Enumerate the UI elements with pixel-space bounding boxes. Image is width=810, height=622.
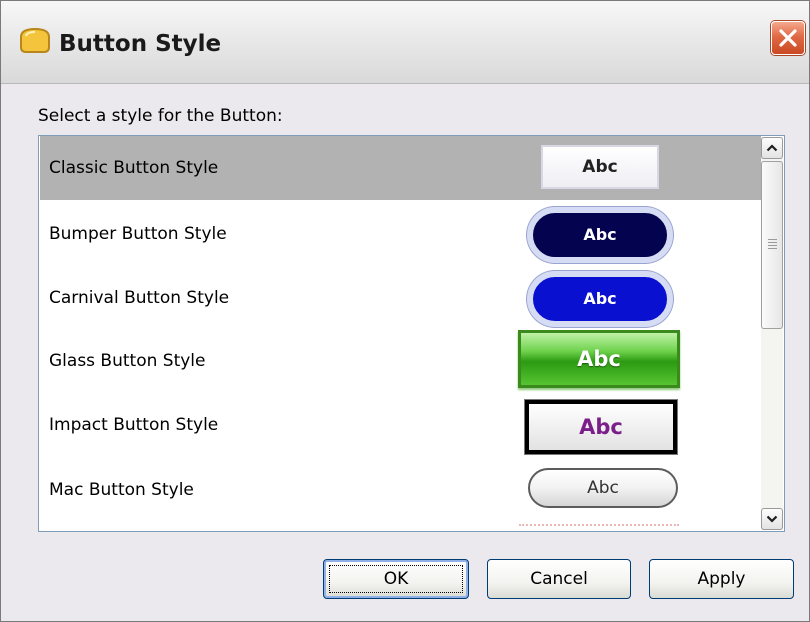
glass-preview: Abc (518, 330, 680, 388)
scroll-down-button[interactable] (761, 508, 783, 530)
list-item-carnival[interactable]: Carnival Button Style Abc (40, 266, 761, 330)
impact-preview: Abc (525, 400, 677, 454)
cancel-label: Cancel (530, 569, 588, 589)
apply-button[interactable]: Apply (649, 559, 794, 599)
carnival-preview: Abc (527, 271, 673, 327)
list-item-label: Carnival Button Style (49, 288, 230, 308)
instruction-label: Select a style for the Button: (38, 106, 283, 126)
list-item-label: Mac Button Style (49, 480, 194, 500)
chevron-up-icon (766, 144, 778, 152)
vertical-scrollbar[interactable] (761, 137, 783, 530)
dialog-title: Button Style (59, 31, 222, 57)
bumper-preview: Abc (527, 207, 673, 263)
classic-preview: Abc (541, 145, 659, 189)
app-icon (20, 27, 50, 53)
close-button[interactable] (771, 21, 805, 55)
apply-label: Apply (697, 569, 746, 589)
style-list[interactable]: Classic Button Style Abc Bumper Button S… (38, 135, 785, 532)
mac-preview: Abc (528, 468, 678, 508)
list-item-classic[interactable]: Classic Button Style Abc (40, 136, 761, 200)
chevron-down-icon (766, 515, 778, 523)
list-item-impact[interactable]: Impact Button Style Abc (40, 393, 761, 457)
list-item-partial[interactable] (40, 524, 761, 531)
title-bar[interactable]: Button Style (1, 1, 809, 84)
list-item-mac[interactable]: Mac Button Style Abc (40, 458, 761, 522)
list-item-label: Classic Button Style (49, 158, 219, 178)
close-icon (779, 29, 797, 47)
list-item-label: Bumper Button Style (49, 224, 227, 244)
ok-label: OK (383, 569, 409, 589)
list-item-glass[interactable]: Glass Button Style Abc (40, 329, 761, 393)
list-item-label: Glass Button Style (49, 351, 206, 371)
list-item-label: Impact Button Style (49, 415, 219, 435)
scroll-up-button[interactable] (761, 137, 783, 159)
ok-button[interactable]: OK (323, 559, 469, 599)
list-item-bumper[interactable]: Bumper Button Style Abc (40, 202, 761, 266)
cancel-button[interactable]: Cancel (487, 559, 631, 599)
scroll-thumb[interactable] (761, 161, 783, 329)
button-style-dialog: Button Style Select a style for the Butt… (0, 0, 810, 622)
partial-preview (519, 524, 679, 530)
